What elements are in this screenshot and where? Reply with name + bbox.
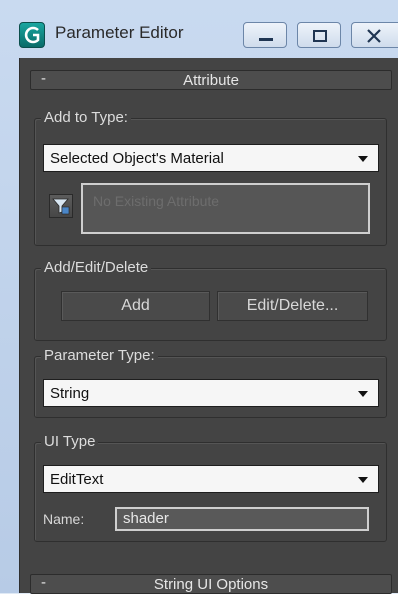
parameter-editor-window: Parameter Editor - Attribute Add to Type… — [0, 0, 398, 594]
add-edit-delete-group: Add/Edit/Delete Add Edit/Delete... — [34, 259, 387, 341]
parameter-type-dropdown[interactable]: String — [43, 379, 379, 407]
maximize-icon — [313, 30, 327, 42]
minimize-icon — [259, 38, 273, 41]
string-ui-options-rollout-header[interactable]: - String UI Options — [30, 574, 392, 594]
group-title: Parameter Type: — [41, 347, 158, 365]
close-button[interactable] — [351, 22, 398, 48]
app-logo-icon — [19, 22, 45, 48]
ui-type-group: UI Type EditText Name: shader — [34, 433, 387, 542]
maximize-button[interactable] — [297, 22, 341, 48]
name-field[interactable]: shader — [115, 507, 369, 531]
existing-attribute-list[interactable]: No Existing Attribute — [81, 183, 370, 234]
add-to-type-dropdown[interactable]: Selected Object's Material — [43, 144, 379, 172]
group-title: Add/Edit/Delete — [41, 259, 152, 277]
group-title: UI Type — [41, 433, 99, 451]
filter-icon — [52, 198, 70, 215]
rollout-title: Attribute — [183, 72, 239, 89]
group-title: Add to Type: — [41, 109, 131, 127]
edit-delete-button[interactable]: Edit/Delete... — [217, 291, 368, 321]
close-icon — [367, 29, 381, 43]
dropdown-value: String — [50, 385, 90, 402]
minimize-button[interactable] — [243, 22, 287, 48]
add-button[interactable]: Add — [61, 291, 210, 321]
attribute-rollout-header[interactable]: - Attribute — [30, 70, 392, 90]
ui-type-dropdown[interactable]: EditText — [43, 465, 379, 493]
dropdown-value: Selected Object's Material — [50, 150, 224, 167]
window-title: Parameter Editor — [55, 23, 184, 42]
chevron-down-icon — [358, 156, 368, 162]
parameter-type-group: Parameter Type: String — [34, 347, 387, 418]
editor-panel: - Attribute Add to Type: Selected Object… — [19, 58, 398, 594]
add-to-type-group: Add to Type: Selected Object's Material … — [34, 109, 387, 246]
rollout-title: String UI Options — [153, 576, 269, 593]
chevron-down-icon — [358, 391, 368, 397]
name-label: Name: — [43, 511, 85, 527]
title-bar[interactable]: Parameter Editor — [0, 0, 398, 58]
list-placeholder: No Existing Attribute — [93, 193, 220, 209]
chevron-down-icon — [358, 477, 368, 483]
dropdown-value: EditText — [50, 471, 104, 488]
filter-button[interactable] — [49, 194, 73, 218]
